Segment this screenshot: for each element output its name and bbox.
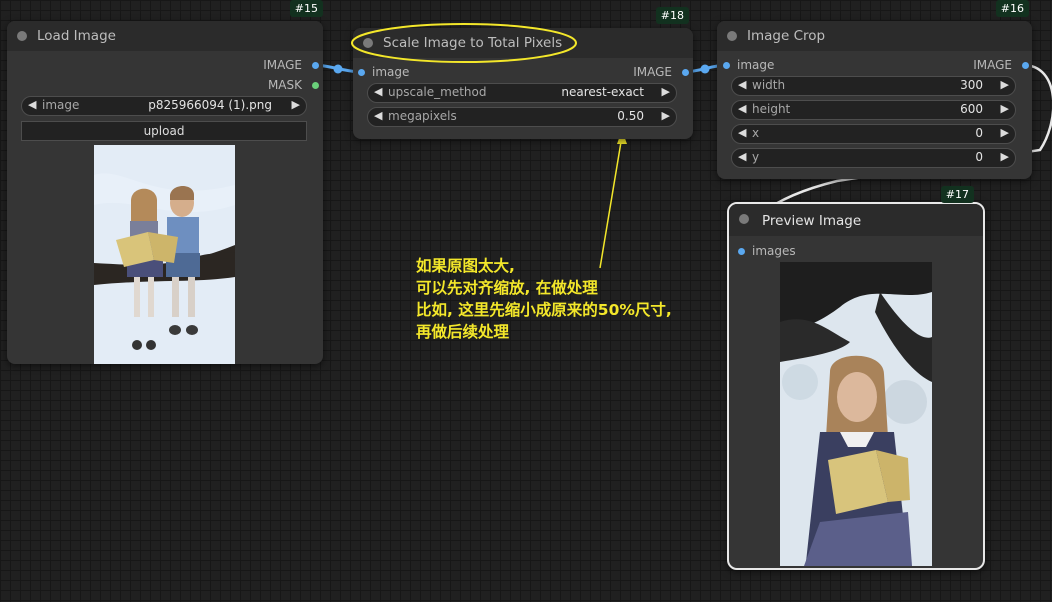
widget-name: image xyxy=(42,98,80,112)
widget-name: height xyxy=(752,102,791,116)
widget-value: 600 xyxy=(960,102,983,116)
link-midpoint-2[interactable] xyxy=(700,64,710,74)
decrement-arrow-icon[interactable]: ◀ xyxy=(374,85,382,98)
upscale-method-widget[interactable]: ◀ upscale_method nearest-exact ▶ xyxy=(367,83,677,103)
increment-arrow-icon[interactable]: ▶ xyxy=(1001,126,1009,139)
increment-arrow-icon[interactable]: ▶ xyxy=(662,109,670,122)
slot-label: IMAGE xyxy=(973,58,1012,72)
decrement-arrow-icon[interactable]: ◀ xyxy=(738,102,746,115)
collapse-dot-icon[interactable] xyxy=(727,31,737,41)
decrement-arrow-icon[interactable]: ◀ xyxy=(738,78,746,91)
widget-value: 0.50 xyxy=(617,109,644,123)
increment-arrow-icon[interactable]: ▶ xyxy=(1001,78,1009,91)
annotation-line-1: 如果原图太大, xyxy=(416,257,515,275)
node-id-badge: #17 xyxy=(940,186,974,203)
increment-arrow-icon[interactable]: ▶ xyxy=(662,85,670,98)
annotation-line-2: 可以先对齐缩放, 在做处理 xyxy=(416,279,598,297)
increment-arrow-icon[interactable]: ▶ xyxy=(292,98,300,111)
annotation-line-4: 再做后续处理 xyxy=(416,323,510,341)
slot-label: IMAGE xyxy=(633,65,672,79)
height-widget[interactable]: ◀ height 600 ▶ xyxy=(731,100,1016,120)
output-dot-icon[interactable] xyxy=(682,69,689,76)
node-id-badge: #18 xyxy=(655,7,689,24)
increment-arrow-icon[interactable]: ▶ xyxy=(1001,150,1009,163)
loaded-image-preview xyxy=(94,145,235,364)
input-dot-icon[interactable] xyxy=(738,248,745,255)
image-combo-widget[interactable]: ◀ image p825966094 (1).png ▶ xyxy=(21,96,307,116)
decrement-arrow-icon[interactable]: ◀ xyxy=(28,98,36,111)
cropped-girl-photo xyxy=(780,262,932,566)
widget-value: 0 xyxy=(975,126,983,140)
node-header[interactable]: Preview Image xyxy=(729,204,983,236)
node-image-crop[interactable]: Image Crop image IMAGE ◀ width 300 ▶ ◀ h… xyxy=(717,0,1032,179)
children-reading-photo xyxy=(94,145,235,364)
output-image-preview xyxy=(780,262,932,566)
node-header[interactable]: Load Image xyxy=(7,21,323,51)
link-midpoint-1[interactable] xyxy=(333,64,343,74)
slot-label: images xyxy=(752,244,796,258)
collapse-dot-icon[interactable] xyxy=(17,31,27,41)
input-slot-images[interactable]: images xyxy=(729,244,985,260)
annotation-arrow-line xyxy=(599,135,623,269)
annotation-line-3: 比如, 这里先缩小成原来的50%尺寸, xyxy=(416,301,672,319)
output-dot-icon[interactable] xyxy=(312,62,319,69)
slot-label: IMAGE xyxy=(263,58,302,72)
node-header[interactable]: Image Crop xyxy=(717,21,1032,51)
widget-value: nearest-exact xyxy=(561,85,644,99)
decrement-arrow-icon[interactable]: ◀ xyxy=(374,109,382,122)
output-slot-image[interactable]: IMAGE xyxy=(717,58,1032,74)
node-load-image[interactable]: Load Image IMAGE MASK ◀ image p825966094… xyxy=(7,0,323,364)
widget-name: upscale_method xyxy=(388,85,487,99)
collapse-dot-icon[interactable] xyxy=(739,214,749,224)
widget-name: megapixels xyxy=(388,109,457,123)
output-slot-mask[interactable]: MASK xyxy=(7,78,323,94)
widget-value: p825966094 (1).png xyxy=(148,98,272,112)
y-widget[interactable]: ◀ y 0 ▶ xyxy=(731,148,1016,168)
widget-name: width xyxy=(752,78,786,92)
title-highlight-ellipse xyxy=(351,23,577,63)
output-dot-icon[interactable] xyxy=(1022,62,1029,69)
decrement-arrow-icon[interactable]: ◀ xyxy=(738,150,746,163)
node-title: Load Image xyxy=(37,28,116,44)
node-title: Preview Image xyxy=(762,213,862,229)
increment-arrow-icon[interactable]: ▶ xyxy=(1001,102,1009,115)
annotation-note: 如果原图太大, 可以先对齐缩放, 在做处理 比如, 这里先缩小成原来的50%尺寸… xyxy=(416,255,672,343)
node-id-badge: #16 xyxy=(995,0,1029,17)
megapixels-widget[interactable]: ◀ megapixels 0.50 ▶ xyxy=(367,107,677,127)
decrement-arrow-icon[interactable]: ◀ xyxy=(738,126,746,139)
widget-name: x xyxy=(752,126,760,140)
upload-button[interactable]: upload xyxy=(21,121,307,141)
node-id-badge: #15 xyxy=(289,0,323,17)
output-slot-image[interactable]: IMAGE xyxy=(353,65,693,81)
x-widget[interactable]: ◀ x 0 ▶ xyxy=(731,124,1016,144)
output-dot-icon[interactable] xyxy=(312,82,319,89)
slot-label: MASK xyxy=(267,78,302,92)
node-preview-image[interactable]: Preview Image images #17 xyxy=(727,186,985,570)
widget-value: 0 xyxy=(975,150,983,164)
widget-value: 300 xyxy=(960,78,983,92)
widget-name: y xyxy=(752,150,760,164)
output-slot-image[interactable]: IMAGE xyxy=(7,58,323,74)
width-widget[interactable]: ◀ width 300 ▶ xyxy=(731,76,1016,96)
node-title: Image Crop xyxy=(747,28,826,44)
